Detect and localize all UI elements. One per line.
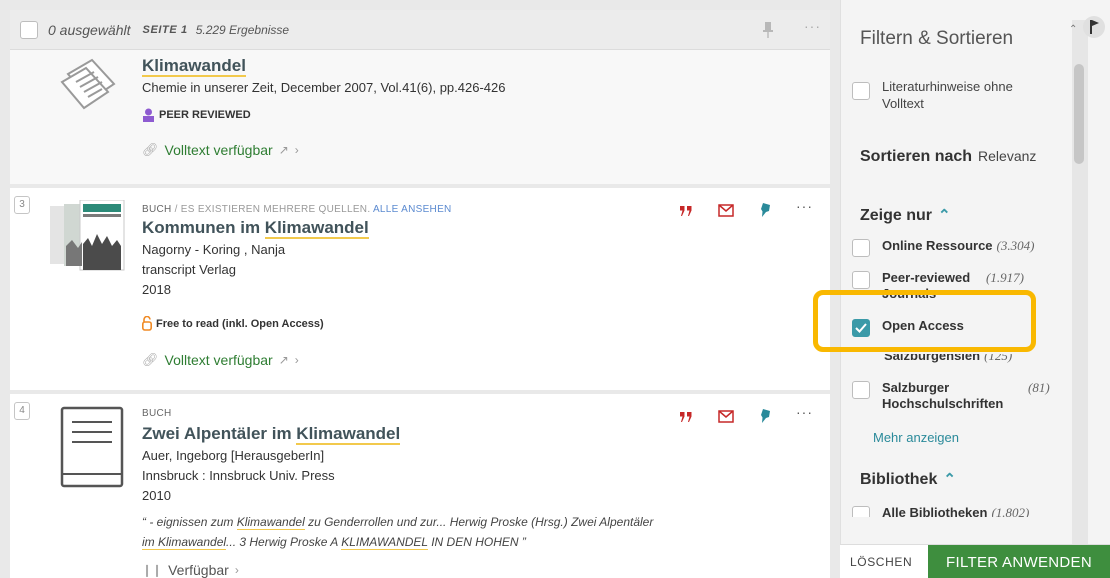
scrollbar-thumb[interactable] [1074,64,1084,164]
sort-label: Sortieren nach [860,148,973,165]
more-options-icon[interactable]: ··· [804,18,821,34]
result-source: Chemie in unserer Zeit, December 2007, V… [142,80,506,95]
open-lock-icon [142,316,152,331]
result-meta: Nagorny - Koring , Nanja transcript Verl… [142,240,285,300]
publisher: transcript Verlag [142,262,236,277]
email-icon[interactable] [718,204,734,217]
result-item[interactable]: 3 BUCH / ES EXISTIEREN MEHRERE QUELLEN. … [10,188,830,390]
filter-checkbox[interactable] [852,271,870,289]
book-cover-thumbnail[interactable] [50,200,126,276]
filter-online-resource[interactable]: Online Ressource (3.304) [852,238,1082,257]
author: Nagorny - Koring , Nanja [142,242,286,257]
year: 2018 [142,282,171,297]
library-header[interactable]: Bibliothek ⌃ [860,470,956,489]
open-access-highlight-frame [813,290,1036,352]
more-options-icon[interactable]: ··· [796,404,813,420]
link-icon: 🔗︎ [142,142,159,157]
pin-record-icon[interactable] [760,202,772,218]
peer-reviewed-badge: PEER REVIEWED [142,108,251,122]
select-all-checkbox[interactable] [20,20,38,39]
fulltext-link[interactable]: 🔗︎ Volltext verfügbar ↗ › [142,352,299,368]
result-count: 5.229 Ergebnisse [195,22,290,37]
filter-all-libraries[interactable]: Alle Bibliotheken (1.802) [852,505,1082,517]
result-title[interactable]: Kommunen im Klimawandel [142,218,369,239]
external-link-icon: ↗ [278,353,289,367]
chevron-up-icon: ⌃ [943,471,956,488]
article-icon [60,58,116,110]
filter-sidebar: Filtern & Sortieren Literaturhinweise oh… [840,0,1110,578]
results-toolbar: 0 ausgewählt SEITE 1 5.229 Ergebnisse ··… [10,10,830,50]
selected-count: 0 ausgewählt [48,21,131,38]
sort-dropdown[interactable]: Relevanz [978,148,1036,164]
lit-filter-checkbox[interactable] [852,82,870,100]
year: 2010 [142,488,171,503]
result-actions: ··· [672,404,822,428]
lit-filter-label: Literaturhinweise ohne Volltext [882,79,1013,111]
show-only-header[interactable]: Zeige nur ⌃ [860,206,951,225]
result-type: BUCH / ES EXISTIEREN MEHRERE QUELLEN. AL… [142,204,452,215]
chevron-right-icon: › [294,143,299,157]
show-all-sources-link[interactable]: ALLE ANSEHEN [373,204,452,215]
filter-salzburger-hochschulschriften[interactable]: Salzburger Hochschulschriften (81) [852,380,1082,412]
book-shelf-icon: ❙❙ [142,563,163,577]
scroll-up-icon[interactable]: ⌃ [1069,24,1077,35]
filter-checkbox[interactable] [852,506,870,517]
result-title[interactable]: Klimawandel [142,56,246,77]
result-type: BUCH [142,408,172,419]
primo-search-screen: 0 ausgewählt SEITE 1 5.229 Ergebnisse ··… [0,0,1110,578]
publisher: Innsbruck : Innsbruck Univ. Press [142,468,335,483]
availability-link[interactable]: ❙❙ Verfügbar › [142,562,239,578]
filter-peer-reviewed[interactable]: Peer-reviewed Journals (1.917) [852,270,1082,301]
result-actions: ··· [672,198,822,222]
show-more-filters-link[interactable]: Mehr anzeigen [873,430,959,445]
results-list: 0 ausgewählt SEITE 1 5.229 Ergebnisse ··… [0,0,840,578]
book-icon [60,406,124,488]
page-label: SEITE 1 [142,23,188,36]
open-access-badge: Free to read (inkl. Open Access) [142,316,324,331]
cite-icon[interactable] [680,412,692,422]
result-number-checkbox[interactable]: 4 [14,402,30,420]
email-icon[interactable] [718,410,734,423]
chevron-up-icon: ⌃ [938,207,951,224]
chevron-right-icon: › [294,353,299,367]
apply-filters-button[interactable]: FILTER ANWENDEN [928,545,1110,578]
chevron-right-icon: › [234,563,239,577]
external-link-icon: ↗ [278,143,289,157]
link-icon: 🔗︎ [142,352,159,367]
result-title[interactable]: Zwei Alpentäler im Klimawandel [142,424,401,445]
clear-filters-button[interactable]: LÖSCHEN [850,555,912,569]
sort-section: Sortieren nach Relevanz [860,148,1036,166]
author: Auer, Ingeborg [HerausgeberIn] [142,448,325,463]
flag-glyph [1090,20,1099,34]
filter-salzburgensien[interactable]: Salzburgensien (125) [852,354,1082,368]
pin-record-icon[interactable] [760,408,772,424]
result-item[interactable]: Klimawandel Chemie in unserer Zeit, Dece… [10,50,830,184]
more-options-icon[interactable]: ··· [796,198,813,214]
filter-checkbox[interactable] [852,239,870,257]
filter-checkbox[interactable] [852,381,870,399]
filter-footer: LÖSCHEN FILTER ANWENDEN [840,544,1110,578]
sidebar-title: Filtern & Sortieren [860,28,1014,49]
result-number-checkbox[interactable]: 3 [14,196,30,214]
flag-icon[interactable] [1083,16,1105,38]
filter-fulltext-missing[interactable]: Literaturhinweise ohne Volltext [852,78,1082,112]
result-meta: Auer, Ingeborg [HerausgeberIn] Innsbruck… [142,446,335,506]
result-item[interactable]: 4 BUCH Zwei Alpentäler im Klimawandel Au… [10,394,830,578]
peer-reviewed-icon [143,108,154,122]
result-snippet: “ - eignissen zum Klimawandel zu Genderr… [142,515,654,550]
pin-icon[interactable] [762,22,774,38]
cite-icon[interactable] [680,206,692,216]
fulltext-link[interactable]: 🔗︎ Volltext verfügbar ↗ › [142,142,299,158]
sidebar-scrollbar[interactable] [1072,20,1088,575]
